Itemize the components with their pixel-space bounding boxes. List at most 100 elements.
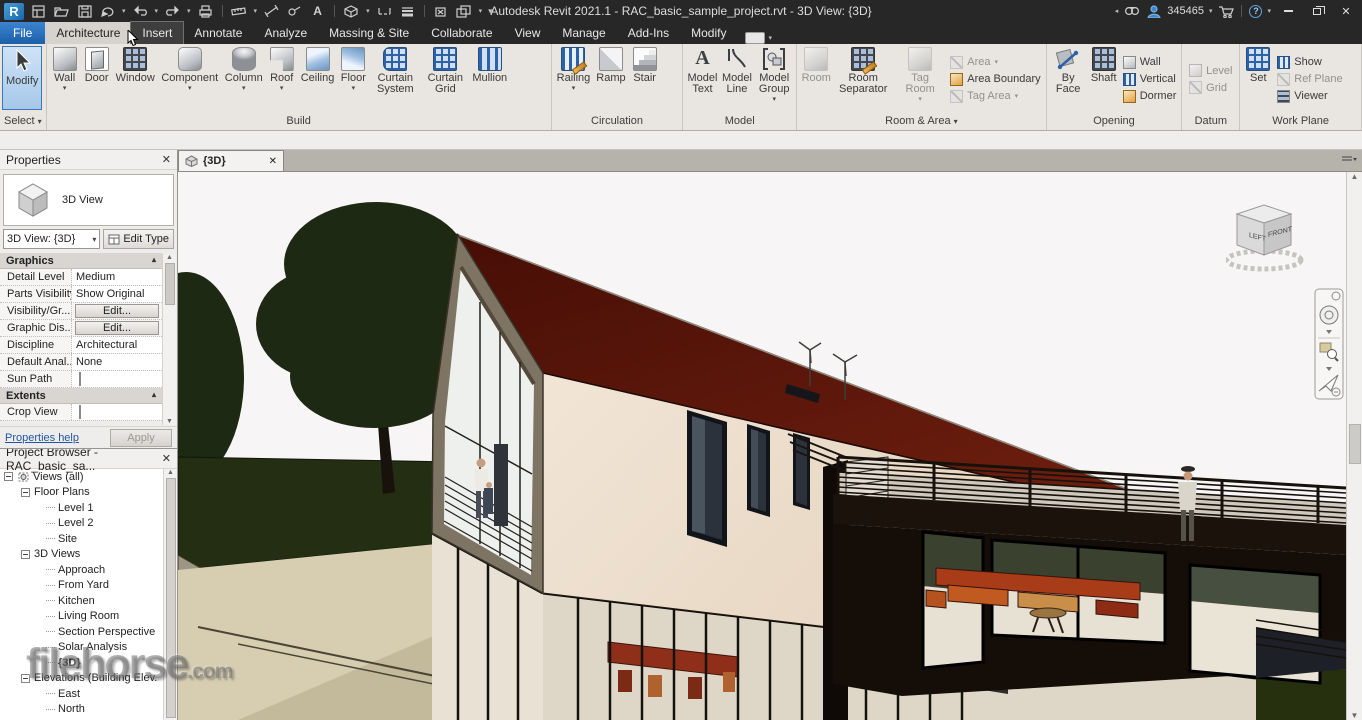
- level-button[interactable]: Level: [1189, 62, 1232, 79]
- tree-item-solar-analysis[interactable]: Solar Analysis: [0, 640, 177, 656]
- redo-dropdown[interactable]: ▾: [187, 7, 191, 15]
- tree-item-north[interactable]: North: [0, 702, 177, 718]
- crop-view-checkbox[interactable]: [79, 405, 81, 419]
- panel-label-opening[interactable]: Opening: [1047, 114, 1182, 130]
- user-dropdown[interactable]: ▾: [1209, 7, 1213, 15]
- column-button[interactable]: Column▾: [222, 46, 266, 112]
- dormer-opening-button[interactable]: Dormer: [1123, 88, 1177, 105]
- navigation-bar[interactable]: [1314, 288, 1344, 400]
- tab-architecture[interactable]: Architecture: [45, 22, 131, 44]
- property-row[interactable]: Graphic Dis...Edit...: [0, 320, 162, 337]
- room-separator-button[interactable]: Room Separator: [833, 46, 893, 112]
- save-icon[interactable]: [76, 4, 93, 19]
- redo-icon[interactable]: [164, 4, 181, 19]
- panel-label-circulation[interactable]: Circulation: [552, 114, 683, 130]
- type-selector[interactable]: 3D View: [3, 174, 174, 226]
- ceiling-button[interactable]: Ceiling: [298, 46, 338, 112]
- property-row[interactable]: Crop View: [0, 404, 162, 421]
- wall-opening-button[interactable]: Wall: [1123, 54, 1177, 71]
- project-browser-header[interactable]: Project Browser - RAC_basic_sa... ✕: [0, 449, 177, 469]
- property-row[interactable]: DisciplineArchitectural: [0, 337, 162, 354]
- ribbon-display-toggle[interactable]: ▾: [745, 32, 772, 44]
- graphic-display-edit-button[interactable]: Edit...: [75, 321, 159, 335]
- tab-view[interactable]: View: [504, 22, 552, 44]
- tree-item-floor-plans[interactable]: Floor Plans: [0, 485, 177, 501]
- properties-scrollbar[interactable]: ▲▼: [162, 254, 176, 425]
- thin-lines-icon[interactable]: [399, 4, 416, 19]
- aligned-dimension-icon[interactable]: [263, 4, 280, 19]
- tree-item-section-perspective[interactable]: Section Perspective: [0, 624, 177, 640]
- viewer-button[interactable]: Viewer: [1277, 88, 1342, 105]
- property-row[interactable]: Sun Path: [0, 371, 162, 388]
- section-icon[interactable]: [376, 4, 393, 19]
- wall-button[interactable]: Wall▾: [49, 46, 81, 112]
- model-group-button[interactable]: Model Group▾: [754, 46, 794, 112]
- view-tab-close-icon[interactable]: ✕: [269, 156, 277, 167]
- close-button[interactable]: ✕: [1334, 2, 1358, 20]
- tree-item-elevations[interactable]: Elevations (Building Elev.: [0, 671, 177, 687]
- measure-dropdown[interactable]: ▾: [254, 7, 258, 15]
- grid-button[interactable]: Grid: [1189, 79, 1232, 96]
- drawing-area[interactable]: LEFT FRONT: [178, 172, 1346, 720]
- property-group-graphics[interactable]: Graphics▴: [0, 253, 162, 269]
- project-browser-close-icon[interactable]: ✕: [162, 452, 171, 465]
- app-store-cart-icon[interactable]: [1217, 4, 1234, 19]
- collapse-toggle[interactable]: [21, 674, 30, 683]
- view-tab-3d[interactable]: {3D} ✕: [178, 150, 284, 171]
- user-account-icon[interactable]: [1145, 4, 1162, 19]
- property-row[interactable]: Parts VisibilityShow Original: [0, 286, 162, 303]
- component-button[interactable]: Component▾: [158, 46, 222, 112]
- tree-item-3d-views[interactable]: 3D Views: [0, 547, 177, 563]
- tree-item-kitchen[interactable]: Kitchen: [0, 593, 177, 609]
- modify-button[interactable]: Modify: [2, 46, 42, 110]
- area-boundary-button[interactable]: Area Boundary: [950, 71, 1040, 88]
- collapse-toggle[interactable]: [21, 550, 30, 559]
- tab-add-ins[interactable]: Add-Ins: [617, 22, 680, 44]
- tag-area-button[interactable]: Tag Area▾: [950, 88, 1040, 105]
- curtain-system-button[interactable]: Curtain System: [369, 46, 421, 112]
- roof-button[interactable]: Roof▾: [266, 46, 298, 112]
- tab-modify[interactable]: Modify: [680, 22, 737, 44]
- tree-item-level-1[interactable]: Level 1: [0, 500, 177, 516]
- tag-room-button[interactable]: Tag Room▾: [893, 46, 947, 112]
- properties-help-link[interactable]: Properties help: [5, 432, 79, 444]
- railing-button[interactable]: Railing▾: [554, 46, 594, 112]
- 3d-model-view[interactable]: [178, 172, 1346, 720]
- customize-qat-dropdown[interactable]: ▾: [488, 6, 493, 17]
- help-icon[interactable]: ?: [1249, 5, 1262, 18]
- by-face-button[interactable]: By Face: [1049, 46, 1088, 112]
- model-line-button[interactable]: Model Line: [720, 46, 755, 112]
- open-icon[interactable]: [53, 4, 70, 19]
- ramp-button[interactable]: Ramp: [593, 46, 628, 112]
- facade-window-2[interactable]: [747, 424, 770, 517]
- tab-insert[interactable]: Insert: [131, 22, 183, 44]
- tree-item-3d-active[interactable]: {3D}: [0, 655, 177, 671]
- tab-collaborate[interactable]: Collaborate: [420, 22, 503, 44]
- apply-button[interactable]: Apply: [110, 429, 172, 447]
- mullion-button[interactable]: Mullion: [469, 46, 510, 112]
- scrollbar-thumb[interactable]: [1349, 424, 1361, 464]
- undo-icon[interactable]: [132, 4, 149, 19]
- restore-button[interactable]: [1305, 2, 1329, 20]
- vertical-opening-button[interactable]: Vertical: [1123, 71, 1177, 88]
- model-text-button[interactable]: AModel Text: [685, 46, 719, 112]
- collapse-toggle[interactable]: [21, 488, 30, 497]
- switch-windows-icon[interactable]: [456, 4, 473, 19]
- tab-file[interactable]: File: [0, 22, 45, 44]
- 3d-view-dropdown[interactable]: ▾: [366, 7, 370, 15]
- facade-window-1[interactable]: [687, 410, 727, 547]
- collapse-search-icon[interactable]: ◂: [1115, 7, 1119, 15]
- tree-item-site[interactable]: Site: [0, 531, 177, 547]
- window-button[interactable]: Window: [113, 46, 158, 112]
- panel-label-datum[interactable]: Datum: [1182, 114, 1239, 130]
- tree-item-east[interactable]: East: [0, 686, 177, 702]
- tab-annotate[interactable]: Annotate: [183, 22, 253, 44]
- text-icon[interactable]: A: [309, 4, 326, 19]
- tree-item-from-yard[interactable]: From Yard: [0, 578, 177, 594]
- view-tab-list-icon[interactable]: [1340, 154, 1358, 166]
- type-selector-combo[interactable]: 3D View: {3D}▾: [3, 229, 100, 249]
- panel-label-model[interactable]: Model: [683, 114, 796, 130]
- area-button[interactable]: Area▾: [950, 54, 1040, 71]
- floor-button[interactable]: Floor▾: [337, 46, 369, 112]
- user-id[interactable]: 345465: [1167, 5, 1204, 17]
